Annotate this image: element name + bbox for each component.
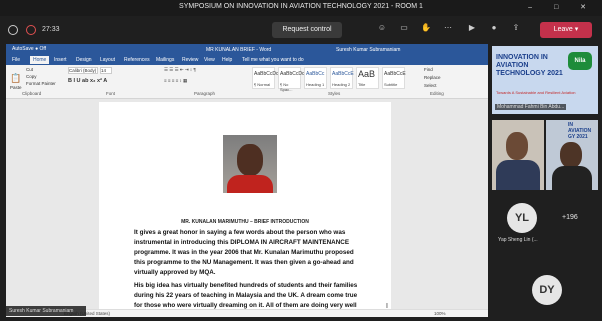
style-sample: AaBbCcDc xyxy=(280,71,305,77)
leave-button[interactable]: Leave ▾ xyxy=(540,22,592,38)
zoom-level[interactable]: 100% xyxy=(434,311,446,316)
format-painter-button[interactable]: Format Painter xyxy=(26,81,56,86)
participant-face xyxy=(506,132,528,160)
document-page[interactable]: MR. KUNALAN MARIMUTHU – BRIEF INTRODUCTI… xyxy=(99,102,391,312)
style-heading-1[interactable]: AaBbCc Heading 1 xyxy=(304,67,327,89)
window-controls[interactable]: – □ ✕ xyxy=(528,3,596,11)
people-icon[interactable]: ☺ xyxy=(374,23,390,37)
tab-design[interactable]: Design xyxy=(76,57,92,63)
mic-icon[interactable]: ● xyxy=(486,23,502,37)
tab-references[interactable]: References xyxy=(124,57,150,63)
style-sample: AaBbCc xyxy=(306,71,325,77)
raise-hand-icon[interactable]: ✋ xyxy=(418,23,434,37)
select-button[interactable]: Select xyxy=(424,83,437,88)
style-no-spacing[interactable]: AaBbCcDc ¶ No Spac... xyxy=(278,67,305,92)
style-title[interactable]: AaB Title xyxy=(356,67,379,89)
more-icon[interactable]: ⋯ xyxy=(440,23,456,37)
style-name: Subtitle xyxy=(384,82,398,87)
participant-tile-video-2[interactable]: IN AVIATION GY 2021 xyxy=(546,120,598,190)
tab-help[interactable]: Help xyxy=(222,57,232,63)
share-icon[interactable]: ⇪ xyxy=(508,23,524,37)
participant-tile-video-1[interactable] xyxy=(492,120,544,190)
style-name: ¶ Normal xyxy=(254,82,271,87)
autosave-toggle[interactable]: AutoSave ● Off xyxy=(12,46,46,52)
style-subtitle[interactable]: AaBbCcE Subtitle xyxy=(382,67,406,89)
event-slide-heading-small: IN AVIATION GY 2021 xyxy=(568,122,592,140)
list-buttons[interactable]: ☰ ☰ ☰ ⇤ ⇥ ↕ ¶ xyxy=(164,67,196,73)
tab-view[interactable]: View xyxy=(204,57,215,63)
portrait-photo xyxy=(223,135,277,193)
style-sample: AaBbCcE xyxy=(332,71,354,77)
paragraph-group-label: Paragraph xyxy=(194,91,216,96)
meeting-controls-bar: 27:33 Request control ☺ ▭ ✋ ⋯ ▶ ● ⇪ Leav… xyxy=(0,16,602,44)
zoom-window: SYMPOSIUM ON INNOVATION IN AVIATION TECH… xyxy=(0,0,602,321)
window-titlebar: SYMPOSIUM ON INNOVATION IN AVIATION TECH… xyxy=(0,0,602,16)
event-slide-heading: INNOVATION IN AVIATION TECHNOLOGY 2021 xyxy=(496,54,563,77)
font-size-select[interactable]: 14 xyxy=(100,67,112,74)
font-group-label: Font xyxy=(106,91,116,96)
avatar-yl[interactable]: YL xyxy=(507,203,537,233)
style-heading-2[interactable]: AaBbCcE Heading 2 xyxy=(330,67,354,89)
participant-shirt xyxy=(496,160,540,190)
meeting-timer: 27:33 xyxy=(42,26,60,33)
tab-mailings[interactable]: Mailings xyxy=(156,57,174,63)
style-sample: AaBbCcDc xyxy=(254,71,279,77)
cut-button[interactable]: Cut xyxy=(26,67,33,72)
tell-me-search[interactable]: Tell me what you want to do xyxy=(242,57,304,63)
participant-tile-fahmi[interactable]: INNOVATION IN AVIATION TECHNOLOGY 2021 T… xyxy=(492,46,598,114)
tab-layout[interactable]: Layout xyxy=(100,57,115,63)
styles-group-label: Styles xyxy=(328,91,341,96)
document-paragraph-1: It gives a great honor in saying a few w… xyxy=(134,229,354,276)
style-name: Heading 2 xyxy=(332,82,351,87)
chat-icon[interactable]: ▭ xyxy=(396,23,412,37)
participant-shirt xyxy=(552,166,592,190)
word-titlebar: AutoSave ● Off MR KUNALAN BRIEF - Word S… xyxy=(6,44,488,55)
window-title: SYMPOSIUM ON INNOVATION IN AVIATION TECH… xyxy=(179,3,423,10)
tab-review[interactable]: Review xyxy=(182,57,198,63)
tab-insert[interactable]: Insert xyxy=(54,57,67,63)
record-icon xyxy=(26,25,36,35)
presenter-name-label: Suresh Kumar Subramaniam xyxy=(6,306,86,316)
font-format-buttons[interactable]: B I U ab x₂ x² A xyxy=(68,78,107,84)
shield-icon[interactable] xyxy=(8,25,18,35)
event-slide-tagline: Towards A Sustainable and Resilient Avia… xyxy=(496,90,576,95)
style-name: ¶ No Spac... xyxy=(280,82,293,92)
photo-face xyxy=(237,144,263,176)
style-normal[interactable]: AaBbCcDc ¶ Normal xyxy=(252,67,279,89)
avatar-dy[interactable]: DY xyxy=(532,275,562,305)
tab-file[interactable]: File xyxy=(12,57,20,63)
style-sample: AaB xyxy=(358,69,376,79)
style-name: Heading 1 xyxy=(306,82,325,87)
document-paragraph-2: His big idea has virtually benefited hun… xyxy=(134,282,358,312)
find-button[interactable]: Find xyxy=(424,67,433,72)
tab-home[interactable]: Home xyxy=(30,56,50,64)
style-name: Title xyxy=(358,82,366,87)
university-logo: Nila xyxy=(568,52,592,70)
leave-chevron-icon: ▾ xyxy=(574,26,579,33)
style-sample: AaBbCcE xyxy=(384,71,406,77)
align-buttons[interactable]: ≡ ≡ ≡ ≡ ↕ ▦ xyxy=(164,78,187,84)
participant-name-yl: Yap Sheng Lin (... xyxy=(498,237,538,243)
word-doc-title: MR KUNALAN BRIEF - Word xyxy=(206,47,272,53)
editing-group-label: Editing xyxy=(430,91,444,96)
font-name-select[interactable]: Calibri (Body) xyxy=(68,67,98,74)
participant-name: Mohammad Fahmi Bin Abdu... xyxy=(495,104,567,110)
ribbon-tabs: File Home Insert Design Layout Reference… xyxy=(6,55,488,65)
replace-button[interactable]: Replace xyxy=(424,75,441,80)
leave-label: Leave xyxy=(553,26,573,33)
word-user-name: Suresh Kumar Subramaniam xyxy=(336,47,401,53)
paste-icon[interactable]: 📋 xyxy=(10,73,21,84)
paste-button[interactable]: Paste xyxy=(10,85,22,90)
participant-face xyxy=(560,142,582,168)
camera-icon[interactable]: ▶ xyxy=(464,23,480,37)
document-heading: MR. KUNALAN MARIMUTHU – BRIEF INTRODUCTI… xyxy=(181,219,309,225)
clipboard-group-label: Clipboard xyxy=(22,91,42,96)
more-participants-count[interactable]: +196 xyxy=(562,214,578,221)
request-control-button[interactable]: Request control xyxy=(272,22,342,38)
copy-button[interactable]: Copy xyxy=(26,74,37,79)
document-canvas: MR. KUNALAN MARIMUTHU – BRIEF INTRODUCTI… xyxy=(6,99,488,312)
shared-screen-word: AutoSave ● Off MR KUNALAN BRIEF - Word S… xyxy=(6,44,488,317)
photo-shirt xyxy=(227,175,273,193)
home-ribbon: 📋 Paste Cut Copy Format Painter Clipboar… xyxy=(6,65,488,99)
